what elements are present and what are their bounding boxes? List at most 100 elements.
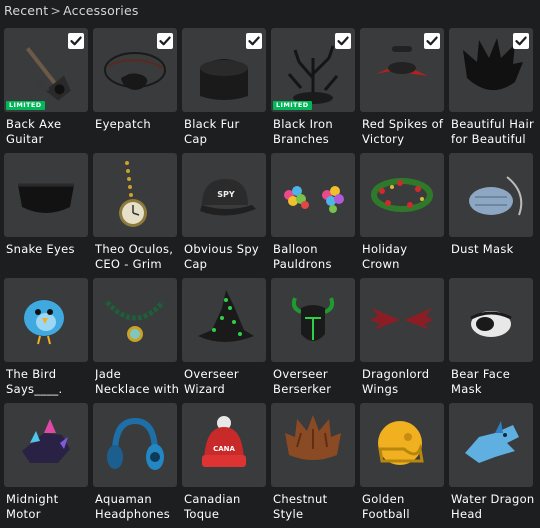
item-name[interactable]: Overseer Berserker (273, 367, 359, 397)
item-name[interactable]: Bear Face Mask (451, 367, 537, 397)
item-thumbnail[interactable] (449, 278, 533, 362)
item-name[interactable]: Black Iron Branches (273, 117, 359, 147)
item-thumbnail[interactable] (182, 28, 266, 112)
item-name-line1: Overseer (273, 367, 328, 381)
item-name-line1: Bear Face (451, 367, 511, 381)
item-name-line2: Necklace with (95, 382, 180, 396)
item-name[interactable]: Red Spikes of Victory (362, 117, 448, 147)
item-name-line1: Black Iron (273, 117, 333, 131)
item-thumbnail[interactable] (4, 153, 88, 237)
item-name[interactable]: Golden Football (362, 492, 448, 522)
limited-badge: LIMITED (273, 101, 312, 110)
selected-checkbox[interactable] (335, 33, 351, 49)
item-thumbnail[interactable] (4, 403, 88, 487)
item-name-line2: Toque (184, 507, 220, 521)
item-name[interactable]: Dragonlord Wings (362, 367, 448, 397)
item-name-line2: Wings (362, 382, 399, 396)
item-name[interactable]: Theo Oculos, CEO - Grim (95, 242, 181, 272)
item-name-line1: Chestnut (273, 492, 328, 506)
item-name-line1: Aquaman (95, 492, 152, 506)
item-name[interactable]: Black Fur Cap (184, 117, 270, 147)
item-name[interactable]: Canadian Toque (184, 492, 270, 522)
item-name-line2: Berserker (273, 382, 332, 396)
selected-checkbox[interactable] (246, 33, 262, 49)
item-thumbnail[interactable] (271, 278, 355, 362)
item-name-line2: Pauldrons (273, 257, 332, 271)
item-thumbnail[interactable] (449, 28, 533, 112)
selected-checkbox[interactable] (68, 33, 84, 49)
item-thumbnail[interactable] (93, 153, 177, 237)
item-name-line2: Mask (451, 382, 482, 396)
selected-checkbox[interactable] (513, 33, 529, 49)
item-thumbnail[interactable] (360, 28, 444, 112)
item-name-line1: Overseer (184, 367, 239, 381)
item-name-line1: Balloon (273, 242, 318, 256)
item-name[interactable]: Obvious Spy Cap (184, 242, 270, 272)
item-name-line2: Football (362, 507, 410, 521)
item-thumbnail[interactable]: LIMITED (271, 28, 355, 112)
item-thumbnail[interactable] (271, 153, 355, 237)
item-name[interactable]: Balloon Pauldrons (273, 242, 359, 272)
limited-badge: LIMITED (6, 101, 45, 110)
item-name-line1: Black Fur (184, 117, 240, 131)
item-thumbnail[interactable] (360, 278, 444, 362)
item-thumbnail[interactable] (4, 278, 88, 362)
item-name-line2: Wizard (184, 382, 226, 396)
item-name-line1: Back Axe (6, 117, 62, 131)
breadcrumb-separator: > (50, 3, 62, 18)
item-thumbnail[interactable]: SPY (182, 153, 266, 237)
item-thumbnail[interactable] (93, 28, 177, 112)
item-thumbnail[interactable]: CANA (182, 403, 266, 487)
item-name-line2: Headphones (95, 507, 171, 521)
item-name-line1: Canadian (184, 492, 241, 506)
selected-checkbox[interactable] (157, 33, 173, 49)
svg-text:CANA: CANA (213, 445, 235, 453)
item-name-line2: Branches (273, 132, 330, 146)
item-name[interactable]: Eyepatch (95, 117, 181, 132)
item-name[interactable]: Snake Eyes (6, 242, 92, 257)
item-thumbnail[interactable] (360, 153, 444, 237)
item-name-line1: Dragonlord (362, 367, 430, 381)
item-name-line2: Head (451, 507, 483, 521)
item-name[interactable]: Beautiful Hair for Beautiful (451, 117, 537, 147)
item-name[interactable]: Dust Mask (451, 242, 537, 257)
item-name[interactable]: Holiday Crown (362, 242, 448, 272)
breadcrumb: Recent > Accessories (4, 3, 139, 18)
item-name[interactable]: Midnight Motor (6, 492, 92, 522)
item-name-line2: CEO - Grim (95, 257, 162, 271)
item-thumbnail[interactable] (360, 403, 444, 487)
item-name[interactable]: The Bird Says____. (6, 367, 92, 397)
item-name[interactable]: Aquaman Headphones (95, 492, 181, 522)
item-name-line1: Jade (95, 367, 122, 381)
item-thumbnail[interactable] (182, 278, 266, 362)
item-thumbnail[interactable] (449, 403, 533, 487)
item-name-line1: Midnight (6, 492, 59, 506)
breadcrumb-root[interactable]: Recent (4, 3, 48, 18)
item-name-line1: The Bird (6, 367, 57, 381)
item-name-line1: Golden (362, 492, 405, 506)
item-name-line1: Obvious Spy (184, 242, 260, 256)
svg-text:SPY: SPY (217, 190, 235, 199)
item-name[interactable]: Chestnut Style (273, 492, 359, 522)
item-thumbnail[interactable] (449, 153, 533, 237)
selected-checkbox[interactable] (424, 33, 440, 49)
item-name[interactable]: Overseer Wizard (184, 367, 270, 397)
item-name-line2: Style (273, 507, 304, 521)
item-name-line1: Theo Oculos, (95, 242, 174, 256)
item-name-line1: Water Dragon (451, 492, 535, 506)
item-name-line2: Cap (184, 257, 208, 271)
item-thumbnail[interactable]: LIMITED (4, 28, 88, 112)
item-name-line2: Crown (362, 257, 400, 271)
item-thumbnail[interactable] (93, 278, 177, 362)
item-name-line1: Holiday (362, 242, 408, 256)
item-thumbnail[interactable] (93, 403, 177, 487)
item-name-line1: Dust Mask (451, 242, 514, 256)
item-thumbnail[interactable] (271, 403, 355, 487)
item-name-line2: Says____. (6, 382, 63, 396)
item-name-line1: Red Spikes of (362, 117, 444, 131)
item-name-line1: Beautiful Hair (451, 117, 535, 131)
item-name-line2: for Beautiful (451, 132, 526, 146)
item-name[interactable]: Jade Necklace with (95, 367, 181, 397)
item-name[interactable]: Back Axe Guitar (6, 117, 92, 147)
item-name[interactable]: Water Dragon Head (451, 492, 537, 522)
